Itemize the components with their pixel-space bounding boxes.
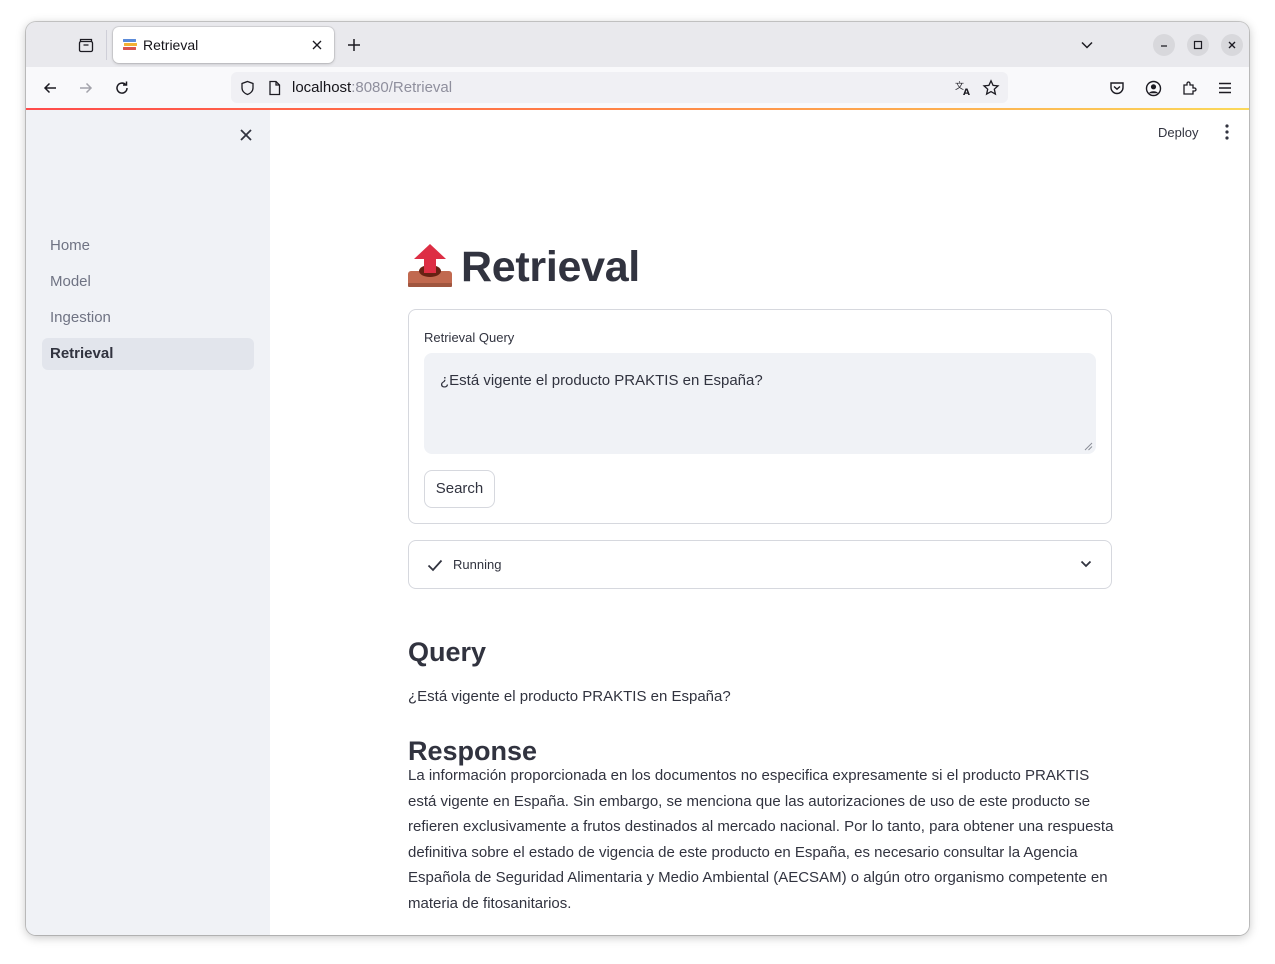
chevron-down-icon bbox=[1081, 41, 1093, 49]
back-button[interactable] bbox=[39, 77, 61, 99]
reload-icon bbox=[116, 81, 128, 94]
puzzle-icon bbox=[1183, 81, 1197, 95]
url-host: localhost bbox=[292, 79, 352, 96]
account-button[interactable] bbox=[1142, 77, 1164, 99]
url-bar[interactable]: localhost:8080/Retrieval 文 A bbox=[231, 72, 1008, 103]
pocket-button[interactable] bbox=[1106, 77, 1128, 99]
tab-title: Retrieval bbox=[143, 37, 199, 53]
tab-separator bbox=[106, 30, 107, 60]
sidebar-item-home[interactable]: Home bbox=[42, 230, 254, 262]
reload-button[interactable] bbox=[111, 77, 133, 99]
close-window-button[interactable] bbox=[1221, 34, 1243, 56]
bookmark-star-icon[interactable] bbox=[982, 79, 1000, 97]
query-field-label: Retrieval Query bbox=[424, 330, 515, 345]
resize-handle-icon[interactable] bbox=[1084, 442, 1093, 451]
stacked-books-icon bbox=[123, 39, 137, 50]
arrow-left-icon bbox=[43, 82, 56, 94]
status-label: Running bbox=[453, 557, 502, 572]
app-menu-button[interactable] bbox=[1214, 77, 1236, 99]
list-all-tabs-button[interactable] bbox=[1077, 35, 1097, 55]
folder-icon bbox=[78, 38, 94, 53]
tab-groups-button[interactable] bbox=[76, 35, 96, 55]
main-content: Deploy Retrieval Retrieval Query ¿Está v… bbox=[270, 110, 1249, 935]
page-title: Retrieval bbox=[461, 242, 640, 291]
close-icon bbox=[1228, 41, 1236, 49]
svg-text:A: A bbox=[963, 88, 970, 97]
query-textarea-value: ¿Está vigente el producto PRAKTIS en Esp… bbox=[440, 372, 763, 389]
arrow-right-icon bbox=[80, 82, 93, 94]
main-menu-icon[interactable] bbox=[1220, 123, 1234, 141]
search-button[interactable]: Search bbox=[424, 470, 495, 508]
tab-retrieval[interactable]: Retrieval bbox=[113, 27, 334, 63]
minimize-button[interactable] bbox=[1153, 34, 1175, 56]
query-heading: Query bbox=[408, 637, 487, 667]
outbox-tray-icon bbox=[408, 244, 452, 287]
tab-strip: Retrieval bbox=[26, 22, 1249, 67]
shield-icon[interactable] bbox=[240, 80, 255, 96]
query-text: ¿Está vigente el producto PRAKTIS en Esp… bbox=[408, 688, 731, 705]
extensions-button[interactable] bbox=[1178, 77, 1200, 99]
sidebar: Home Model Ingestion Retrieval bbox=[26, 110, 270, 935]
sidebar-item-model[interactable]: Model bbox=[42, 266, 254, 298]
retrieval-form: Retrieval Query ¿Está vigente el product… bbox=[408, 309, 1112, 524]
plus-icon bbox=[348, 39, 360, 51]
deploy-button[interactable]: Deploy bbox=[1158, 125, 1198, 140]
minimize-icon bbox=[1161, 45, 1167, 47]
page-icon[interactable] bbox=[268, 80, 281, 96]
close-sidebar-icon[interactable] bbox=[236, 125, 256, 145]
query-textarea[interactable]: ¿Está vigente el producto PRAKTIS en Esp… bbox=[424, 353, 1096, 454]
url-text[interactable]: localhost:8080/Retrieval bbox=[292, 79, 452, 96]
navigation-toolbar: localhost:8080/Retrieval 文 A bbox=[26, 67, 1249, 108]
status-expander[interactable]: Running bbox=[408, 540, 1112, 589]
maximize-icon bbox=[1193, 40, 1203, 50]
translate-icon[interactable]: 文 A bbox=[954, 79, 972, 97]
maximize-button[interactable] bbox=[1187, 34, 1209, 56]
pocket-icon bbox=[1110, 82, 1124, 95]
new-tab-button[interactable] bbox=[344, 35, 364, 55]
hamburger-menu-icon bbox=[1219, 82, 1231, 94]
forward-button[interactable] bbox=[75, 77, 97, 99]
sidebar-item-ingestion[interactable]: Ingestion bbox=[42, 302, 254, 334]
browser-window: Retrieval localhost:8080/Retrieval 文 A H… bbox=[26, 22, 1249, 935]
close-tab-icon[interactable] bbox=[308, 36, 326, 54]
sidebar-item-retrieval[interactable]: Retrieval bbox=[42, 338, 254, 370]
check-icon bbox=[427, 559, 443, 572]
account-icon bbox=[1145, 80, 1161, 96]
response-text: La información proporcionada en los docu… bbox=[408, 767, 1114, 912]
chevron-down-icon bbox=[1080, 560, 1092, 568]
page-title-row: Retrieval bbox=[407, 242, 640, 292]
url-path: :8080/Retrieval bbox=[351, 79, 453, 96]
